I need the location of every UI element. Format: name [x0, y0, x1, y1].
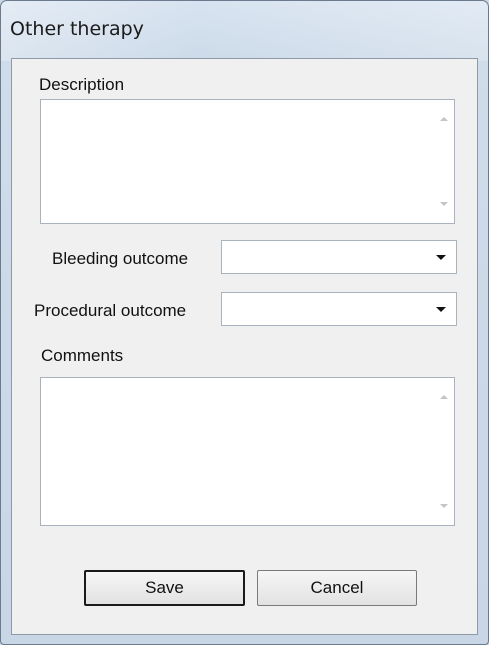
scroll-up-arrow-icon[interactable] [440, 395, 448, 399]
comments-scrollbar[interactable] [436, 379, 453, 524]
description-scrollbar[interactable] [436, 101, 453, 222]
procedural-outcome-dropdown[interactable] [221, 292, 457, 326]
comments-label: Comments [41, 346, 124, 365]
scroll-down-arrow-icon[interactable] [440, 202, 448, 206]
procedural-outcome-label: Procedural outcome [34, 301, 187, 320]
bleeding-outcome-dropdown[interactable] [221, 240, 457, 274]
chevron-down-icon[interactable] [436, 307, 446, 312]
description-textarea[interactable] [40, 99, 455, 224]
dialog-client-area: Description Bleeding outcome Procedural … [11, 58, 478, 635]
bleeding-outcome-label: Bleeding outcome [52, 249, 189, 268]
cancel-button[interactable]: Cancel [257, 570, 417, 606]
save-button[interactable]: Save [84, 570, 245, 606]
description-label: Description [39, 75, 125, 94]
scroll-up-arrow-icon[interactable] [440, 117, 448, 121]
scroll-down-arrow-icon[interactable] [440, 504, 448, 508]
comments-textarea[interactable] [40, 377, 455, 526]
dialog-window: Other therapy Description Bleeding outco… [0, 0, 489, 645]
chevron-down-icon[interactable] [436, 255, 446, 260]
window-title: Other therapy [10, 18, 144, 40]
